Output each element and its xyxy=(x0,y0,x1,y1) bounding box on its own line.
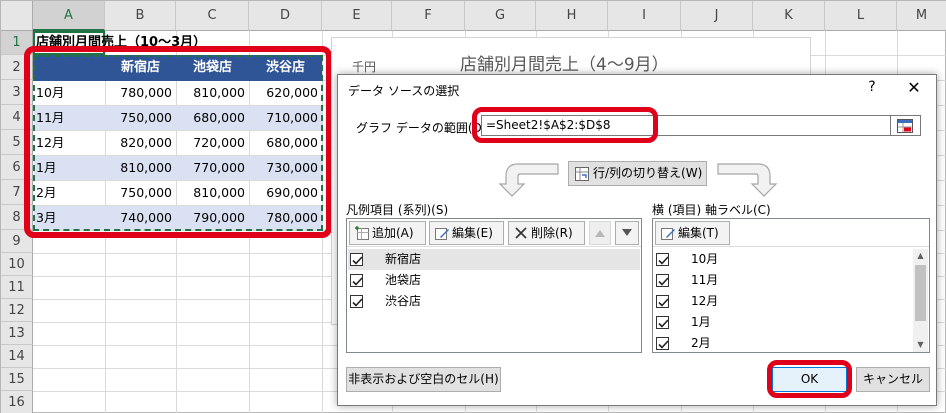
category-checkbox[interactable] xyxy=(656,274,669,287)
legend-entries-label: 凡例項目 (系列)(S) xyxy=(346,203,449,217)
cancel-button[interactable]: キャンセル xyxy=(856,367,930,392)
chart-range-label: グラフ データの範囲(D): xyxy=(356,121,491,135)
hidden-empty-cells-button[interactable]: 非表示および空白のセル(H) xyxy=(346,367,501,392)
add-series-button[interactable]: 追加(A) xyxy=(349,221,426,245)
move-down-button[interactable] xyxy=(615,221,639,245)
edit-icon xyxy=(661,227,675,240)
switch-grid-icon xyxy=(575,166,589,181)
help-button[interactable]: ? xyxy=(863,79,881,99)
series-name: 池袋店 xyxy=(385,273,422,287)
check-icon xyxy=(352,277,363,286)
series-item[interactable]: 池袋店 xyxy=(348,270,640,291)
column-header-a[interactable]: A xyxy=(33,1,105,31)
axis-labels-label: 横 (項目) 軸ラベル(C) xyxy=(652,203,771,217)
switch-arrow-left-icon xyxy=(498,163,559,197)
select-data-source-dialog: データ ソースの選択 ? ✕ グラフ データの範囲(D): =Sheet2!$A… xyxy=(337,74,937,406)
category-checkbox[interactable] xyxy=(656,295,669,308)
category-item[interactable]: 1月 xyxy=(654,312,912,333)
chart-unit-label: 千円 xyxy=(352,60,377,74)
edit-series-label: 編集(E) xyxy=(452,226,493,240)
check-icon xyxy=(352,298,363,307)
category-item[interactable]: 12月 xyxy=(654,291,912,312)
dialog-title: データ ソースの選択 xyxy=(348,84,460,98)
series-checkbox[interactable] xyxy=(350,274,363,287)
add-icon xyxy=(355,225,369,240)
axis-toolbar: 編集(T) xyxy=(653,219,929,247)
edit-icon xyxy=(435,227,449,240)
column-header-l[interactable]: L xyxy=(825,1,897,31)
category-name: 1月 xyxy=(691,315,711,329)
switch-arrow-right-icon xyxy=(717,163,778,197)
row-header-14[interactable]: 14 xyxy=(1,345,33,368)
select-all-corner[interactable] xyxy=(1,1,33,31)
column-header-i[interactable]: I xyxy=(608,1,681,31)
scroll-up-icon[interactable]: ▲ xyxy=(913,249,928,263)
edit-axis-labels-button[interactable]: 編集(T) xyxy=(655,221,730,245)
category-item[interactable]: 10月 xyxy=(654,249,912,270)
axis-labels-panel: 編集(T) 10月 11月 12月 1月 2月 ▲ ▼ xyxy=(652,218,930,353)
category-name: 10月 xyxy=(691,252,719,266)
column-header-c[interactable]: C xyxy=(176,1,249,31)
category-name: 2月 xyxy=(691,336,711,350)
scroll-down-icon[interactable]: ▼ xyxy=(913,338,928,352)
row-header-10[interactable]: 10 xyxy=(1,253,33,276)
move-up-button[interactable] xyxy=(589,221,611,245)
highlight-frame-ok xyxy=(767,360,852,398)
column-header-j[interactable]: J xyxy=(681,1,753,31)
row-header-15[interactable]: 15 xyxy=(1,368,33,391)
add-series-label: 追加(A) xyxy=(372,226,414,240)
chart-title[interactable]: 店舗別月間売上（4～9月） xyxy=(460,50,669,75)
axis-list-scrollbar[interactable]: ▲ ▼ xyxy=(913,249,928,352)
row-header-12[interactable]: 12 xyxy=(1,299,33,322)
category-item[interactable]: 2月 xyxy=(654,333,912,352)
column-header-b[interactable]: B xyxy=(105,1,176,31)
category-item[interactable]: 11月 xyxy=(654,270,912,291)
column-header-d[interactable]: D xyxy=(249,1,322,31)
column-header-m[interactable]: M xyxy=(897,1,946,31)
check-icon xyxy=(658,256,669,265)
range-collapse-button[interactable] xyxy=(891,115,921,136)
edit-axis-labels-label: 編集(T) xyxy=(678,226,719,240)
highlight-frame-table xyxy=(24,46,332,238)
check-icon xyxy=(658,340,669,349)
check-icon xyxy=(658,277,669,286)
row-header-11[interactable]: 11 xyxy=(1,276,33,299)
triangle-up-icon xyxy=(595,230,605,237)
range-select-icon xyxy=(897,119,913,133)
legend-toolbar: 追加(A) 編集(E) 削除(R) xyxy=(347,219,641,247)
category-checkbox[interactable] xyxy=(656,337,669,350)
series-item[interactable]: 新宿店 xyxy=(348,249,640,270)
column-header-k[interactable]: K xyxy=(753,1,825,31)
series-item[interactable]: 渋谷店 xyxy=(348,291,640,312)
triangle-down-icon xyxy=(622,229,632,236)
category-checkbox[interactable] xyxy=(656,253,669,266)
series-checkbox[interactable] xyxy=(350,253,363,266)
category-name: 11月 xyxy=(691,273,719,287)
edit-series-button[interactable]: 編集(E) xyxy=(429,221,504,245)
category-checkbox[interactable] xyxy=(656,316,669,329)
close-button[interactable]: ✕ xyxy=(904,78,924,98)
series-name: 新宿店 xyxy=(385,252,422,266)
switch-row-column-button[interactable]: 行/列の切り替え(W) xyxy=(568,161,707,186)
column-header-e[interactable]: E xyxy=(322,1,392,31)
delete-icon xyxy=(515,226,527,239)
check-icon xyxy=(658,298,669,307)
column-header-f[interactable]: F xyxy=(392,1,465,31)
switch-button-label: 行/列の切り替え(W) xyxy=(593,166,703,180)
highlight-frame-range xyxy=(472,107,658,143)
series-name: 渋谷店 xyxy=(385,294,422,308)
series-checkbox[interactable] xyxy=(350,295,363,308)
column-header-h[interactable]: H xyxy=(536,1,608,31)
check-icon xyxy=(352,256,363,265)
scroll-thumb[interactable] xyxy=(915,265,926,321)
column-header-g[interactable]: G xyxy=(465,1,536,31)
legend-entries-panel: 追加(A) 編集(E) 削除(R) 新宿店 池袋店 渋谷店 xyxy=(346,218,642,353)
row-header-16[interactable]: 16 xyxy=(1,391,33,413)
check-icon xyxy=(658,319,669,328)
row-header-13[interactable]: 13 xyxy=(1,322,33,345)
delete-series-button[interactable]: 削除(R) xyxy=(508,221,585,245)
delete-series-label: 削除(R) xyxy=(531,226,573,240)
category-name: 12月 xyxy=(691,294,719,308)
